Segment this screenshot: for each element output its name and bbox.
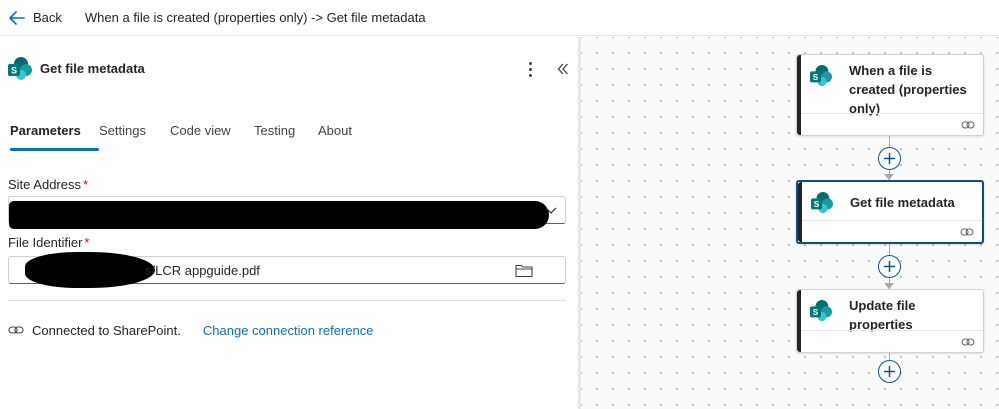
file-identifier-label: File Identifier * (8, 235, 89, 250)
connection-info: Connected to SharePoint. Change connecti… (8, 322, 373, 338)
site-address-label: Site Address * (8, 177, 88, 192)
card-title: When a file is created (properties only) (849, 63, 967, 116)
add-step-button[interactable] (878, 360, 901, 383)
tab-settings[interactable]: Settings (99, 123, 170, 151)
svg-text:S: S (11, 66, 17, 76)
card-footer (802, 220, 982, 242)
collapse-panel-button[interactable] (554, 57, 572, 81)
svg-text:S: S (813, 308, 819, 317)
site-address-dropdown[interactable] (8, 196, 566, 229)
chevron-down-icon (545, 207, 557, 214)
flow-card-trigger[interactable]: S When a file is created (properties onl… (796, 54, 984, 136)
file-identifier-input[interactable]: s/LCR appguide.pdf (8, 252, 566, 288)
sharepoint-logo-icon: S (810, 65, 832, 87)
back-label: Back (33, 10, 62, 25)
action-details-panel: S Get file metadata Parameters Settings … (0, 37, 578, 409)
tab-parameters[interactable]: Parameters (10, 123, 99, 151)
card-footer (801, 113, 983, 135)
flow-card-update-file-properties[interactable]: S Update file properties (796, 289, 984, 353)
breadcrumb: When a file is created (properties only)… (84, 10, 426, 25)
back-button[interactable]: Back (9, 10, 62, 25)
tab-about[interactable]: About (318, 123, 368, 151)
sharepoint-logo-icon: S (8, 57, 32, 80)
required-mark: * (84, 235, 90, 250)
more-options-button[interactable] (520, 57, 540, 81)
top-bar: Back When a file is created (properties … (0, 0, 999, 36)
link-icon (961, 121, 975, 129)
redaction-mark (9, 201, 549, 229)
change-connection-link[interactable]: Change connection reference (203, 323, 374, 338)
tab-code-view[interactable]: Code view (170, 123, 254, 151)
link-icon (961, 338, 975, 346)
connection-status: Connected to SharePoint. (32, 322, 181, 338)
link-icon (8, 326, 24, 334)
link-icon (960, 228, 974, 236)
double-chevron-left-icon (557, 63, 568, 75)
more-dot-icon (528, 73, 532, 77)
panel-header: S Get file metadata (0, 55, 578, 85)
flow-card-get-file-metadata[interactable]: S Get file metadata (796, 180, 984, 244)
more-dot-icon (528, 61, 532, 65)
required-mark: * (83, 177, 89, 192)
back-arrow-icon (9, 10, 25, 25)
plus-icon (884, 153, 895, 164)
card-title: Update file properties (849, 298, 916, 332)
card-title: Get file metadata (850, 195, 955, 210)
folder-icon[interactable] (515, 263, 533, 278)
file-identifier-label-text: File Identifier (8, 235, 83, 250)
flow-designer-canvas[interactable]: S When a file is created (properties onl… (581, 37, 999, 409)
sharepoint-logo-icon: S (810, 300, 832, 322)
plus-icon (884, 261, 895, 272)
add-step-button[interactable] (878, 147, 901, 170)
site-address-label-text: Site Address (8, 177, 81, 192)
more-dot-icon (528, 67, 532, 71)
redaction-mark (25, 252, 155, 288)
panel-title: Get file metadata (40, 61, 145, 76)
add-step-button[interactable] (878, 255, 901, 278)
section-divider (8, 300, 566, 301)
file-identifier-value: s/LCR appguide.pdf (145, 263, 260, 278)
card-footer (801, 330, 983, 352)
svg-text:S: S (813, 73, 819, 82)
plus-icon (884, 366, 895, 377)
svg-text:S: S (814, 200, 820, 209)
tab-testing[interactable]: Testing (254, 123, 318, 151)
sharepoint-logo-icon: S (811, 192, 833, 214)
panel-tabs: Parameters Settings Code view Testing Ab… (10, 123, 368, 153)
